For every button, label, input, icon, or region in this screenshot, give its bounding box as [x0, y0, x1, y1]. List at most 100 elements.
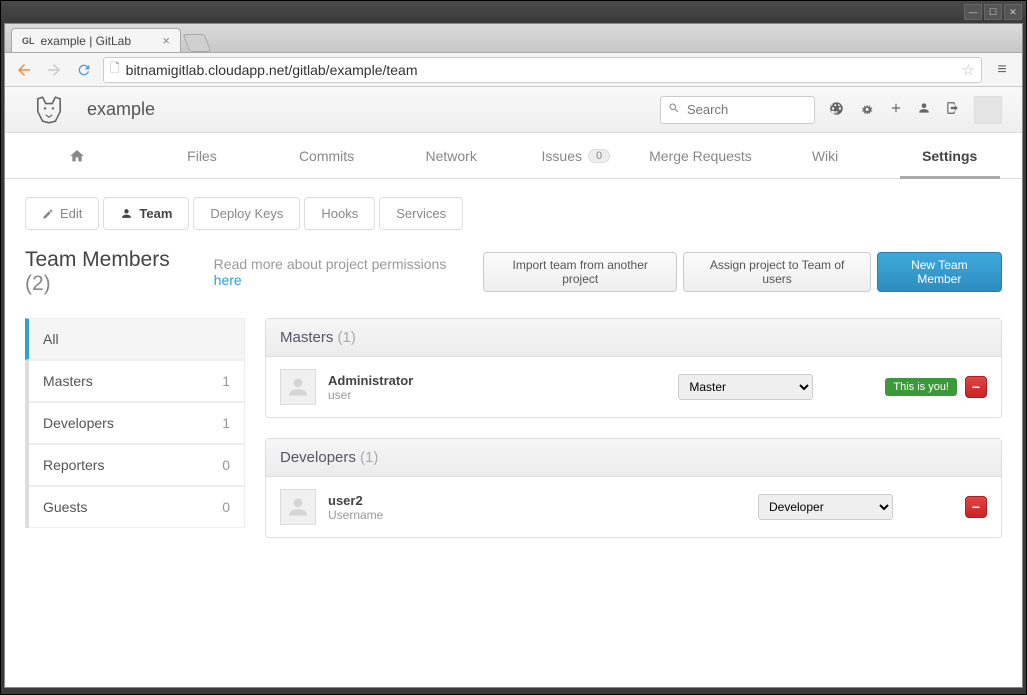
members-main: Masters (1) Administrator user — [265, 318, 1002, 558]
plus-icon[interactable] — [889, 101, 903, 118]
pencil-icon — [42, 208, 54, 220]
page-action-buttons: Import team from another project Assign … — [483, 252, 1002, 292]
subtab-label: Edit — [60, 206, 82, 221]
user-avatar[interactable] — [974, 96, 1002, 124]
nav-files[interactable]: Files — [140, 133, 265, 178]
new-tab-button[interactable] — [183, 34, 212, 52]
member-role-select[interactable]: Master — [678, 374, 813, 400]
nav-commits[interactable]: Commits — [264, 133, 389, 178]
browser-toolbar: 🗋 ☆ ≡ — [5, 53, 1022, 87]
header-right — [660, 96, 1002, 124]
project-title: example — [87, 99, 155, 120]
filter-count: 0 — [222, 499, 230, 515]
member-name: Administrator — [328, 373, 413, 388]
url-input[interactable] — [126, 62, 956, 78]
member-name: user2 — [328, 493, 383, 508]
subtab-services[interactable]: Services — [379, 197, 463, 230]
app-logo[interactable] — [25, 94, 73, 126]
subtab-team[interactable]: Team — [103, 197, 189, 230]
filter-masters[interactable]: Masters 1 — [29, 360, 245, 402]
reload-button[interactable] — [73, 59, 95, 81]
group-title: Masters — [280, 329, 333, 346]
remove-member-button[interactable]: − — [965, 376, 987, 398]
nav-home[interactable] — [15, 133, 140, 178]
nav-settings[interactable]: Settings — [887, 133, 1012, 178]
nav-issues[interactable]: Issues 0 — [514, 133, 639, 178]
permissions-link[interactable]: here — [214, 272, 242, 288]
nav-wiki[interactable]: Wiki — [763, 133, 888, 178]
browser-tabbar: GL example | GitLab × — [5, 24, 1022, 53]
member-actions: − — [965, 496, 987, 518]
tab-title: example | GitLab — [41, 34, 132, 48]
group-developers: Developers (1) user2 Username — [265, 438, 1002, 538]
team-columns: All Masters 1 Developers 1 Rep — [25, 318, 1002, 558]
member-role-wrap: Master — [678, 374, 813, 400]
forward-button[interactable] — [43, 59, 65, 81]
import-team-button[interactable]: Import team from another project — [483, 252, 678, 292]
filter-count: 0 — [222, 457, 230, 473]
nav-merge-requests[interactable]: Merge Requests — [638, 133, 763, 178]
member-actions: This is you! − — [885, 376, 987, 398]
nav-label: Commits — [299, 148, 354, 164]
browser-tab[interactable]: GL example | GitLab × — [11, 28, 181, 52]
project-nav: Files Commits Network Issues 0 Merge Req… — [5, 133, 1022, 179]
globe-icon[interactable] — [829, 101, 844, 119]
subtab-hooks[interactable]: Hooks — [304, 197, 375, 230]
member-username: user — [328, 388, 413, 402]
tab-favicon: GL — [22, 36, 35, 46]
nav-network[interactable]: Network — [389, 133, 514, 178]
member-role-select[interactable]: Developer — [758, 494, 893, 520]
fox-logo-icon — [33, 94, 65, 126]
gears-icon[interactable] — [858, 101, 875, 119]
page-body: example — [5, 87, 1022, 687]
url-bar[interactable]: 🗋 ☆ — [103, 57, 982, 83]
tab-close-icon[interactable]: × — [162, 33, 170, 48]
filter-guests[interactable]: Guests 0 — [29, 486, 245, 528]
signout-icon[interactable] — [945, 101, 960, 118]
subtab-label: Deploy Keys — [210, 206, 283, 221]
os-window: — ☐ ✕ GL example | GitLab × 🗋 — [0, 0, 1027, 695]
group-masters: Masters (1) Administrator user — [265, 318, 1002, 418]
window-titlebar: — ☐ ✕ — [1, 1, 1026, 23]
browser-menu-button[interactable]: ≡ — [990, 58, 1014, 82]
remove-member-button[interactable]: − — [965, 496, 987, 518]
group-heading: Developers (1) — [266, 439, 1001, 477]
filter-label: Masters — [43, 373, 93, 389]
bookmark-star-icon[interactable]: ☆ — [962, 61, 975, 79]
search-field-wrap — [660, 96, 815, 124]
filter-reporters[interactable]: Reporters 0 — [29, 444, 245, 486]
user-icon[interactable] — [917, 101, 931, 118]
page-title-text: Team Members — [25, 248, 170, 271]
member-avatar — [280, 489, 316, 525]
subtab-edit[interactable]: Edit — [25, 197, 99, 230]
search-input[interactable] — [660, 96, 815, 124]
subtab-deploy-keys[interactable]: Deploy Keys — [193, 197, 300, 230]
you-badge: This is you! — [885, 378, 957, 396]
assign-team-button[interactable]: Assign project to Team of users — [683, 252, 870, 292]
settings-subtabs: Edit Team Deploy Keys Hooks Services — [25, 197, 1002, 230]
member-row: Administrator user Master This is you! — [266, 357, 1001, 417]
group-count: (1) — [338, 329, 356, 346]
member-info: user2 Username — [328, 493, 383, 522]
window-minimize-button[interactable]: — — [964, 4, 982, 20]
page-title: Team Members (2) — [25, 248, 198, 296]
app-header: example — [5, 87, 1022, 133]
content-area: Edit Team Deploy Keys Hooks Services Tea… — [5, 179, 1022, 576]
member-avatar — [280, 369, 316, 405]
window-maximize-button[interactable]: ☐ — [984, 4, 1002, 20]
search-icon — [668, 102, 680, 117]
filter-label: Developers — [43, 415, 114, 431]
filter-developers[interactable]: Developers 1 — [29, 402, 245, 444]
filter-count: 1 — [222, 415, 230, 431]
new-team-member-button[interactable]: New Team Member — [877, 252, 1002, 292]
filter-all[interactable]: All — [25, 318, 245, 360]
back-button[interactable] — [13, 59, 35, 81]
filter-label: Reporters — [43, 457, 104, 473]
group-title: Developers — [280, 449, 356, 466]
subtab-label: Services — [396, 206, 446, 221]
browser-frame: GL example | GitLab × 🗋 ☆ ≡ — [4, 23, 1023, 688]
home-icon — [69, 148, 85, 164]
nav-label: Issues — [542, 148, 582, 164]
filter-label: Guests — [43, 499, 87, 515]
window-close-button[interactable]: ✕ — [1004, 4, 1022, 20]
